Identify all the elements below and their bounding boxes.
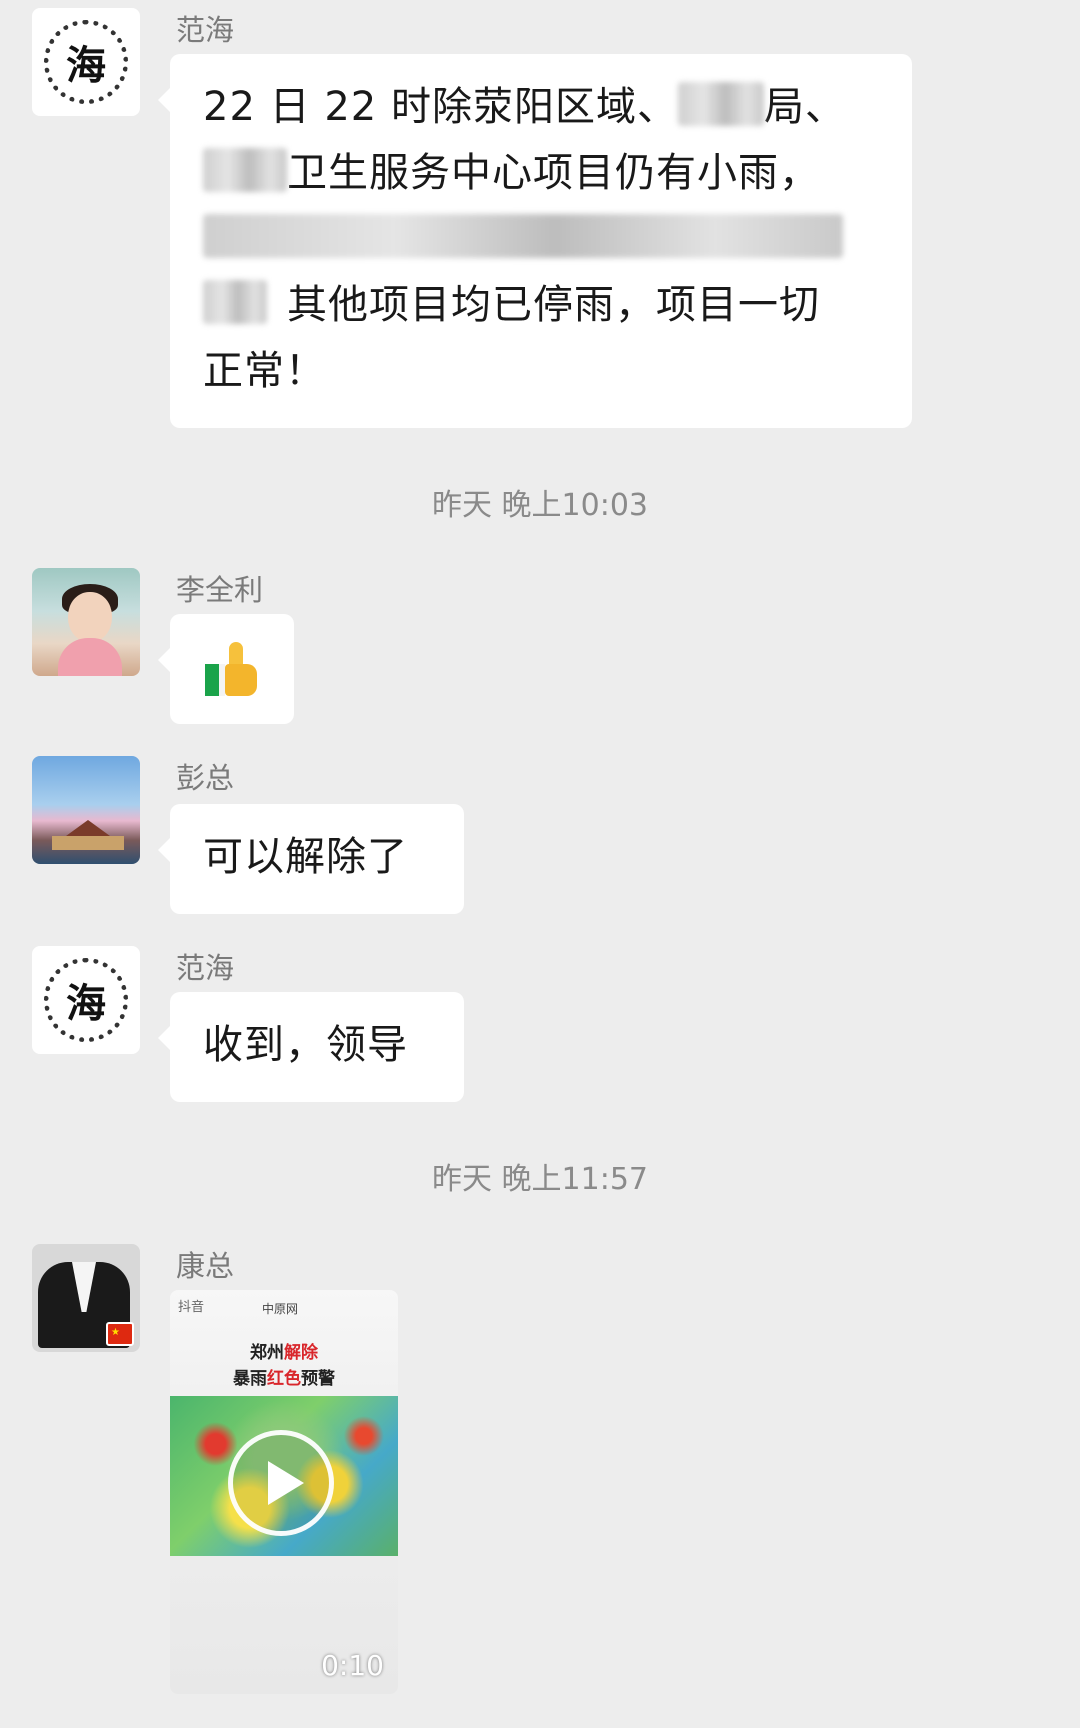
video-title-line2: 暴雨红色预警 bbox=[233, 1369, 335, 1389]
message-text: 可以解除了 bbox=[203, 834, 408, 880]
message-line: 22 日 22 时除荥阳区域、 局、 bbox=[203, 82, 846, 130]
brand-label: 中原网 bbox=[262, 1302, 299, 1316]
douyin-label: 抖音 bbox=[178, 1300, 205, 1315]
message-text: 收到，领导 bbox=[203, 1022, 408, 1068]
seal-icon: 海 bbox=[44, 958, 128, 1042]
avatar-liquanli[interactable] bbox=[32, 568, 140, 676]
avatar-penzong[interactable] bbox=[32, 756, 140, 864]
china-flag-icon: ★ bbox=[106, 1322, 134, 1346]
sender-name: 李全利 bbox=[176, 573, 264, 607]
timestamp: 昨天 晚上10:03 bbox=[432, 488, 648, 523]
sender-name: 范海 bbox=[176, 13, 235, 47]
message-bubble[interactable]: 收到，领导 bbox=[158, 992, 464, 1102]
sender-name: 范海 bbox=[176, 951, 235, 985]
video-message[interactable]: 抖音 中原网 郑州解除 暴雨红色预警 0:10 bbox=[170, 1290, 398, 1694]
message-bubble[interactable]: 22 日 22 时除荥阳区域、 局、 卫生服务中心项目仍有小雨， 其他项目均已停雨… bbox=[158, 54, 912, 428]
thumbs-up-icon bbox=[205, 642, 259, 696]
video-duration: 0:10 bbox=[321, 1649, 384, 1682]
sender-name: 康总 bbox=[176, 1249, 235, 1283]
message-bubble[interactable] bbox=[158, 614, 294, 724]
avatar-kangzong[interactable]: ★ bbox=[32, 1244, 140, 1352]
message-line-redacted bbox=[203, 206, 880, 272]
seal-icon: 海 bbox=[44, 20, 128, 104]
sender-name: 彭总 bbox=[176, 761, 235, 795]
message-line: 卫生服务中心项目仍有小雨， bbox=[203, 140, 880, 206]
message-line: 正常！ bbox=[203, 348, 326, 394]
message-line: 其他项目均已停雨，项目一切 bbox=[203, 272, 880, 338]
message-bubble[interactable]: 可以解除了 bbox=[158, 804, 464, 914]
timestamp: 昨天 晚上11:57 bbox=[432, 1162, 648, 1197]
play-icon[interactable] bbox=[228, 1430, 334, 1536]
avatar-fanhai[interactable]: 海 bbox=[32, 8, 140, 116]
video-title-line1: 郑州解除 bbox=[250, 1343, 318, 1363]
avatar-fanhai[interactable]: 海 bbox=[32, 946, 140, 1054]
